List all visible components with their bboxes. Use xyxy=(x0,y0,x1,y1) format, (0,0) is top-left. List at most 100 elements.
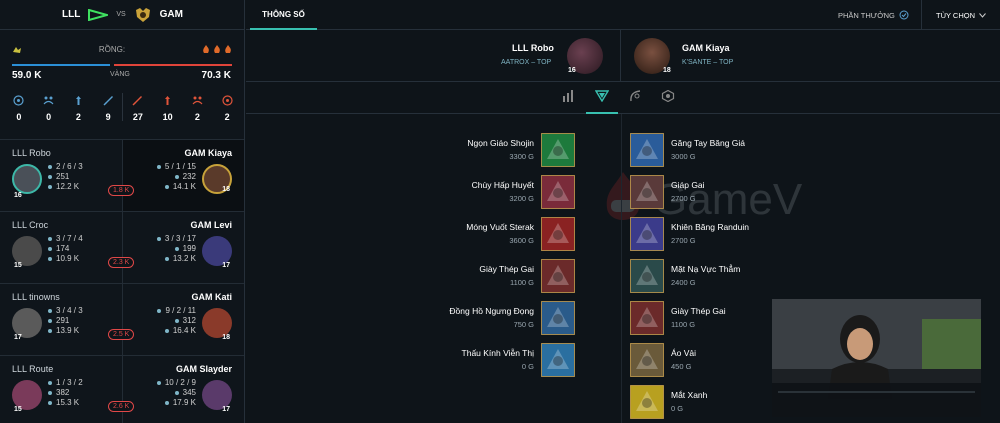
player-right-level: 18 xyxy=(222,186,230,193)
sword-icon xyxy=(132,96,143,106)
stat-towers-right: 2 xyxy=(212,95,242,122)
player-left-name: LLL Croc xyxy=(12,220,49,230)
top-tabbar: THÔNG SỐ PHẦN THƯỞNG TÙY CHỌN xyxy=(246,0,1000,30)
tab-skills[interactable] xyxy=(652,90,684,114)
player-left-stats: 1 / 3 / 2 382 15.3 K xyxy=(48,378,83,408)
gold-right-value: 70.3 K xyxy=(201,70,231,81)
dragon-left-icon xyxy=(13,46,21,53)
tab-stats[interactable]: THÔNG SỐ xyxy=(250,0,317,30)
team-right-name: GAM xyxy=(159,9,183,20)
player-left-card[interactable]: LLL Croc 15 3 / 7 / 4 174 10.9 K xyxy=(0,212,122,284)
item-gold: 2400 G xyxy=(671,278,696,287)
item-icon xyxy=(541,217,575,251)
player-left-card[interactable]: LLL tinowns 17 3 / 4 / 3 291 13.9 K xyxy=(0,284,122,356)
player-row[interactable]: LLL Route 15 1 / 3 / 2 382 15.3 K GAM Sl… xyxy=(0,355,244,423)
matchup-left-level: 16 xyxy=(568,67,576,74)
stat-inhibitors-left: 0 xyxy=(34,95,64,122)
tab-items[interactable] xyxy=(586,90,618,114)
player-right-level: 17 xyxy=(222,406,230,413)
rewards-label: PHẦN THƯỞNG xyxy=(838,10,895,20)
dragons-label: RỒNG: xyxy=(98,45,126,54)
items-divider xyxy=(621,114,622,423)
tower-icon xyxy=(13,95,24,106)
player-right-level: 17 xyxy=(222,262,230,269)
gold-bar-left xyxy=(12,64,110,66)
item-name: Găng Tay Băng Giá xyxy=(671,138,746,148)
item-right[interactable]: Khiên Băng Randuin 2700 G xyxy=(626,214,826,254)
item-left[interactable]: Chùy Hấp Huyết 3200 G xyxy=(281,172,581,212)
player-right-card[interactable]: GAM Levi 17 3 / 3 / 17 199 13.2 K xyxy=(122,212,244,284)
webcam-video[interactable] xyxy=(772,299,981,417)
options-button[interactable]: TÙY CHỌN xyxy=(921,0,1000,30)
item-name: Mắt Xanh xyxy=(671,390,708,400)
player-right-stats: 10 / 2 / 9 345 17.9 K xyxy=(157,378,196,408)
item-gold: 750 G xyxy=(513,320,534,329)
stat-barons-right: 10 xyxy=(153,95,183,122)
match-header: LLL VS GAM xyxy=(0,0,245,30)
player-left-name: LLL Route xyxy=(12,364,54,374)
player-right-level: 18 xyxy=(222,334,230,341)
player-left-stats: 2 / 6 / 3 251 12.2 K xyxy=(48,162,83,192)
item-gold: 3000 G xyxy=(671,152,696,161)
item-name: Giáp Gai xyxy=(671,180,705,190)
matchup-left-champion: AATROX – TOP xyxy=(501,59,552,66)
item-name: Móng Vuốt Sterak xyxy=(466,222,534,232)
lll-logo-icon xyxy=(88,8,109,21)
item-left[interactable]: Thấu Kính Viễn Thị 0 G xyxy=(281,340,581,380)
inhibitor-icon xyxy=(192,96,203,105)
item-name: Mặt Nạ Vực Thẳm xyxy=(671,264,741,274)
item-icon xyxy=(541,343,575,377)
main-panel: THÔNG SỐ PHẦN THƯỞNG TÙY CHỌN LLL Robo A… xyxy=(246,0,1000,423)
player-right-stats: 9 / 2 / 11 312 16.4 K xyxy=(157,306,196,336)
matchup-right-champion: K'SANTE – TOP xyxy=(682,59,734,66)
items-triangle-icon xyxy=(595,90,609,102)
tab-runes[interactable] xyxy=(619,90,651,114)
player-left-level: 16 xyxy=(14,192,22,199)
player-left-level: 15 xyxy=(14,262,22,269)
gold-left-value: 59.0 K xyxy=(12,70,42,81)
item-right[interactable]: Mặt Nạ Vực Thẳm 2400 G xyxy=(626,256,826,296)
item-icon xyxy=(630,385,664,419)
item-gold: 3300 G xyxy=(509,152,534,161)
player-row[interactable]: LLL Robo 16 2 / 6 / 3 251 12.2 K GAM Kia… xyxy=(0,139,244,212)
item-icon xyxy=(630,259,664,293)
stat-barons-left: 2 xyxy=(64,95,94,122)
item-left[interactable]: Đồng Hồ Ngưng Đọng 750 G xyxy=(281,298,581,338)
player-left-level: 15 xyxy=(14,406,22,413)
item-left[interactable]: Ngọn Giáo Shojin 3300 G xyxy=(281,130,581,170)
item-gold: 0 G xyxy=(521,362,534,371)
item-gold: 1100 G xyxy=(509,278,534,287)
item-icon xyxy=(630,175,664,209)
tab-chart[interactable] xyxy=(553,90,585,114)
flame-dragon-icon xyxy=(225,45,231,53)
gam-logo-icon xyxy=(135,7,150,22)
matchup-right-name: GAM Kiaya xyxy=(682,43,730,53)
item-left[interactable]: Giày Thép Gai 1100 G xyxy=(281,256,581,296)
player-right-card[interactable]: GAM Slayder 17 10 / 2 / 9 345 17.9 K xyxy=(122,356,244,423)
item-right[interactable]: Giáp Gai 2700 G xyxy=(626,172,826,212)
player-left-stats: 3 / 7 / 4 174 10.9 K xyxy=(48,234,83,264)
matchup-right-level: 18 xyxy=(663,67,671,74)
stat-kills-right: 27 xyxy=(123,95,153,122)
player-right-card[interactable]: GAM Kiaya 18 5 / 1 / 15 232 14.1 K xyxy=(122,140,244,212)
player-row[interactable]: LLL tinowns 17 3 / 4 / 3 291 13.9 K GAM … xyxy=(0,283,244,356)
scoreboard-panel: LLL VS GAM RỒNG: 59.0 K VÀNG 70.3 K 0 0 … xyxy=(0,0,245,423)
player-right-stats: 5 / 1 / 15 232 14.1 K xyxy=(157,162,196,192)
item-left[interactable]: Móng Vuốt Sterak 3600 G xyxy=(281,214,581,254)
item-name: Đồng Hồ Ngưng Đọng xyxy=(449,306,534,316)
item-gold: 3600 G xyxy=(509,236,534,245)
player-left-card[interactable]: LLL Robo 16 2 / 6 / 3 251 12.2 K xyxy=(0,140,122,212)
player-left-card[interactable]: LLL Route 15 1 / 3 / 2 382 15.3 K xyxy=(0,356,122,423)
bar-chart-icon xyxy=(563,90,573,102)
player-row[interactable]: LLL Croc 15 3 / 7 / 4 174 10.9 K GAM Lev… xyxy=(0,211,244,284)
matchup-header: LLL Robo AATROX – TOP 16 18 GAM Kiaya K'… xyxy=(246,30,1000,82)
item-gold: 2700 G xyxy=(671,236,696,245)
item-right[interactable]: Găng Tay Băng Giá 3000 G xyxy=(626,130,826,170)
rewards-button[interactable]: PHẦN THƯỞNG xyxy=(838,10,909,20)
player-right-card[interactable]: GAM Kati 18 9 / 2 / 11 312 16.4 K xyxy=(122,284,244,356)
rune-icon xyxy=(630,90,641,102)
player-right-name: GAM Kiaya xyxy=(184,148,232,158)
baron-icon xyxy=(75,96,81,105)
item-icon xyxy=(541,301,575,335)
stat-kills-left: 9 xyxy=(93,95,123,122)
